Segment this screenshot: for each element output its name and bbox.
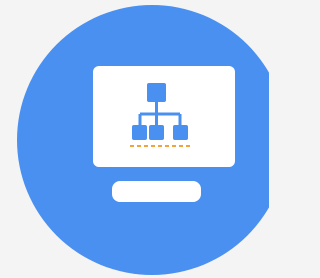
app-icon-canvas — [0, 0, 269, 278]
child-node-right — [173, 125, 188, 140]
network-monitor-icon — [17, 5, 269, 275]
monitor-stand — [112, 181, 201, 202]
top-node — [147, 83, 166, 102]
monitor-screen — [93, 66, 235, 167]
child-node-center — [149, 125, 164, 140]
child-node-left — [132, 125, 147, 140]
